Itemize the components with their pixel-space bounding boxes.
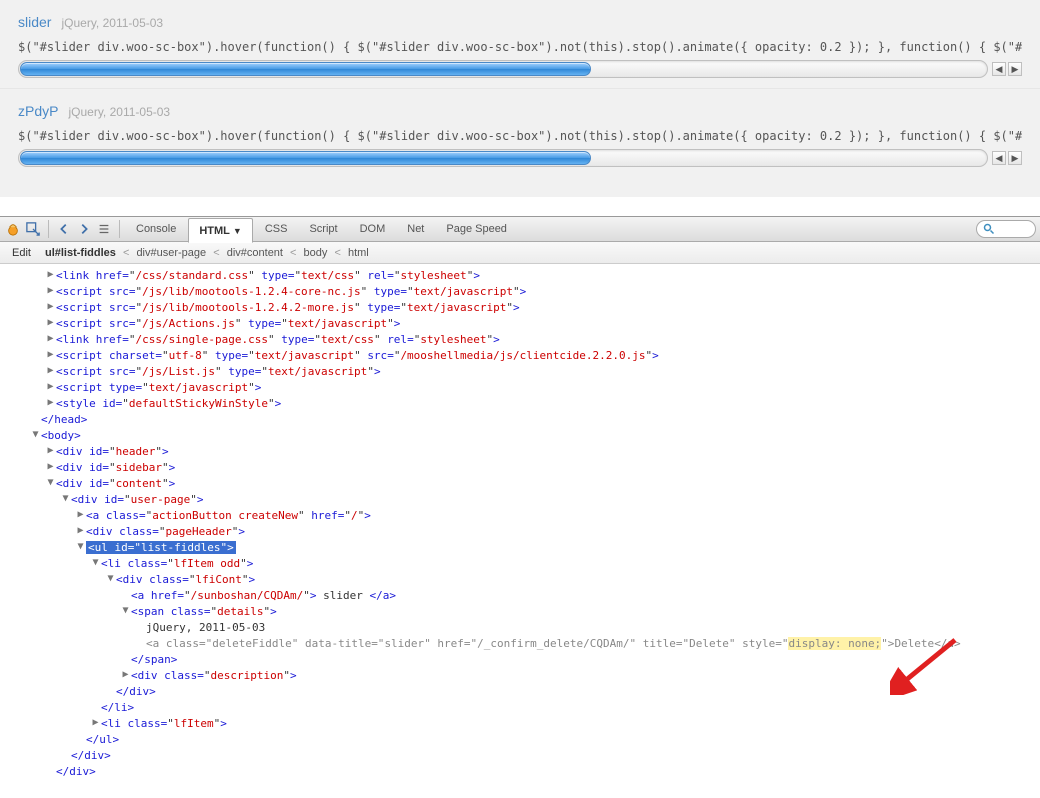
tree-line[interactable]: <a class="actionButton createNew" href="… <box>0 508 1040 524</box>
tree-line[interactable]: </div> <box>0 684 1040 700</box>
disclosure-icon[interactable] <box>75 507 86 523</box>
disclosure-icon[interactable] <box>90 555 101 571</box>
tree-line[interactable]: </div> <box>0 764 1040 780</box>
progress-bar[interactable] <box>18 149 988 167</box>
tree-line[interactable]: </li> <box>0 700 1040 716</box>
tab-net[interactable]: Net <box>397 217 434 242</box>
tree-line[interactable]: <div id="sidebar"> <box>0 460 1040 476</box>
tab-pagespeed[interactable]: Page Speed <box>436 217 517 242</box>
disclosure-icon[interactable] <box>45 459 56 475</box>
fiddle-title-link[interactable]: slider <box>18 14 51 30</box>
tree-line[interactable]: <ul id="list-fiddles"> <box>0 540 1040 556</box>
search-input[interactable] <box>995 222 1029 236</box>
disclosure-icon[interactable] <box>105 571 116 587</box>
search-icon <box>983 223 995 235</box>
crumb[interactable]: ul#list-fiddles <box>45 247 116 259</box>
tree-line[interactable]: </div> <box>0 748 1040 764</box>
disclosure-icon[interactable] <box>45 315 56 331</box>
tree-line[interactable]: </span> <box>0 652 1040 668</box>
disclosure-icon[interactable] <box>45 267 56 283</box>
tree-line[interactable]: <li class="lfItem"> <box>0 716 1040 732</box>
disclosure-icon[interactable] <box>45 379 56 395</box>
caret-down-icon: ▼ <box>233 226 242 236</box>
tree-line[interactable]: </head> <box>0 412 1040 428</box>
disclosure-icon[interactable] <box>45 331 56 347</box>
prev-button[interactable]: ◀ <box>992 151 1006 165</box>
tree-line[interactable]: <div class="lfiCont"> <box>0 572 1040 588</box>
tree-line[interactable]: <li class="lfItem odd"> <box>0 556 1040 572</box>
tree-line[interactable]: jQuery, 2011-05-03 <box>0 620 1040 636</box>
tree-line[interactable]: <script charset="utf-8" type="text/javas… <box>0 348 1040 364</box>
tree-line[interactable]: <body> <box>0 428 1040 444</box>
tree-line[interactable]: <a href="/sunboshan/CQDAm/"> slider </a> <box>0 588 1040 604</box>
tree-line[interactable]: <div id="user-page"> <box>0 492 1040 508</box>
crumb[interactable]: div#user-page <box>136 247 206 259</box>
tab-script[interactable]: Script <box>299 217 347 242</box>
breadcrumb-bar: Edit ul#list-fiddles < div#user-page < d… <box>0 242 1040 264</box>
prev-button[interactable]: ◀ <box>992 62 1006 76</box>
tree-line[interactable]: <link href="/css/standard.css" type="tex… <box>0 268 1040 284</box>
devtools-panel: Console HTML▼ CSS Script DOM Net Page Sp… <box>0 216 1040 798</box>
disclosure-icon[interactable] <box>45 443 56 459</box>
tab-css[interactable]: CSS <box>255 217 298 242</box>
next-button[interactable]: ▶ <box>1008 151 1022 165</box>
crumb[interactable]: body <box>304 247 328 259</box>
tree-line[interactable]: <script type="text/javascript"> <box>0 380 1040 396</box>
edit-button[interactable]: Edit <box>6 247 37 259</box>
tree-line[interactable]: <span class="details"> <box>0 604 1040 620</box>
tree-line[interactable]: <a class="deleteFiddle" data-title="slid… <box>0 636 1040 652</box>
crumb[interactable]: div#content <box>227 247 283 259</box>
tree-line[interactable]: <div id="content"> <box>0 476 1040 492</box>
devtools-toolbar: Console HTML▼ CSS Script DOM Net Page Sp… <box>0 217 1040 242</box>
disclosure-icon[interactable] <box>120 603 131 619</box>
crumb[interactable]: html <box>348 247 369 259</box>
dom-tree[interactable]: <link href="/css/standard.css" type="tex… <box>0 264 1040 798</box>
fiddle-card: slider jQuery, 2011-05-03 $("#slider div… <box>0 0 1040 89</box>
fiddle-meta: jQuery, 2011-05-03 <box>61 16 163 30</box>
forward-icon[interactable] <box>75 220 93 238</box>
back-icon[interactable] <box>55 220 73 238</box>
disclosure-icon[interactable] <box>45 347 56 363</box>
disclosure-icon[interactable] <box>120 667 131 683</box>
disclosure-icon[interactable] <box>45 395 56 411</box>
progress-bar[interactable] <box>18 60 988 78</box>
tree-line[interactable]: <script src="/js/lib/mootools-1.2.4-core… <box>0 284 1040 300</box>
disclosure-icon[interactable] <box>60 491 71 507</box>
tree-line[interactable]: <style id="defaultStickyWinStyle"> <box>0 396 1040 412</box>
tree-line[interactable]: <script src="/js/Actions.js" type="text/… <box>0 316 1040 332</box>
tree-line[interactable]: <div class="description"> <box>0 668 1040 684</box>
tree-line[interactable]: <div id="header"> <box>0 444 1040 460</box>
disclosure-icon[interactable] <box>30 427 41 443</box>
tab-dom[interactable]: DOM <box>350 217 396 242</box>
tab-html[interactable]: HTML▼ <box>188 218 252 243</box>
next-button[interactable]: ▶ <box>1008 62 1022 76</box>
disclosure-icon[interactable] <box>90 715 101 731</box>
code-preview: $("#slider div.woo-sc-box").hover(functi… <box>18 129 1022 143</box>
tree-line[interactable]: <script src="/js/lib/mootools-1.2.4.2-mo… <box>0 300 1040 316</box>
disclosure-icon[interactable] <box>45 283 56 299</box>
tab-console[interactable]: Console <box>126 217 186 242</box>
disclosure-icon[interactable] <box>75 539 86 555</box>
disclosure-icon[interactable] <box>45 299 56 315</box>
lines-icon[interactable] <box>95 220 113 238</box>
tree-line[interactable]: <link href="/css/single-page.css" type="… <box>0 332 1040 348</box>
page-content: slider jQuery, 2011-05-03 $("#slider div… <box>0 0 1040 197</box>
fiddle-title-link[interactable]: zPdyP <box>18 103 58 119</box>
disclosure-icon[interactable] <box>45 475 56 491</box>
tree-line[interactable]: </ul> <box>0 732 1040 748</box>
disclosure-icon[interactable] <box>45 363 56 379</box>
tree-line[interactable]: <div class="pageHeader"> <box>0 524 1040 540</box>
firebug-icon[interactable] <box>4 220 22 238</box>
fiddle-card: zPdyP jQuery, 2011-05-03 $("#slider div.… <box>0 89 1040 177</box>
code-preview: $("#slider div.woo-sc-box").hover(functi… <box>18 40 1022 54</box>
search-box[interactable] <box>976 220 1036 238</box>
disclosure-icon[interactable] <box>75 523 86 539</box>
inspect-icon[interactable] <box>24 220 42 238</box>
fiddle-meta: jQuery, 2011-05-03 <box>68 105 170 119</box>
tree-line[interactable]: <script src="/js/List.js" type="text/jav… <box>0 364 1040 380</box>
